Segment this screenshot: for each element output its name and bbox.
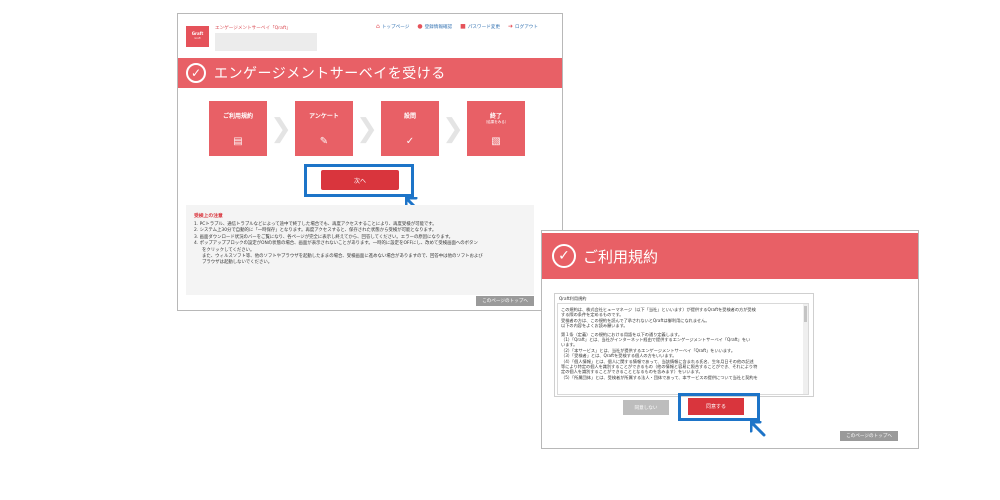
- chevron-right-icon: ❯: [270, 113, 292, 144]
- check-circle-icon: ✓: [552, 244, 576, 268]
- terms-panel: Qraft利用規約 この規約は、株式会社ヒューマネージ（以下「当社」といいます）…: [554, 293, 814, 397]
- precautions-box: 受検上の注意 1. PCトラブル、通信トラブルなどによって途中で終了した場合でも…: [186, 205, 534, 295]
- logout-icon: ➜: [507, 23, 514, 30]
- step-finish: 終了 （結果をみる） ▧: [467, 101, 525, 156]
- terms-line: （5）「所属団体」とは、受検者が所属する法人・団体であって、本サービスの提供につ…: [561, 374, 758, 380]
- terms-window: ✓ ご利用規約 Qraft利用規約 この規約は、株式会社ヒューマネージ（以下「当…: [541, 230, 919, 449]
- chevron-right-icon: ❯: [356, 113, 378, 144]
- nav-logout[interactable]: ➜ ログアウト: [507, 23, 538, 31]
- home-icon: ⌂: [376, 23, 380, 30]
- pencil-icon: ✎: [319, 136, 329, 147]
- highlight-frame: [304, 164, 414, 197]
- scroll-thumb[interactable]: [804, 306, 807, 322]
- pointer-arrow-icon: [750, 421, 766, 437]
- screenshot-stage: Graft Graft エンゲージメントサーベイ「Qraft」 ⌂ トップページ ●…: [0, 0, 1000, 500]
- checkmark-icon: ✓: [405, 136, 415, 147]
- progress-steps: ご利用規約 ▤ ❯ アンケート ✎ ❯ 設問 ✓ ❯ 終了 （結果をみる） ▧: [209, 101, 525, 156]
- step-questions: 設問 ✓: [381, 101, 439, 156]
- logo[interactable]: Graft Graft: [186, 26, 209, 47]
- nav-label: パスワード変更: [467, 25, 500, 30]
- step-terms: ご利用規約 ▤: [209, 101, 267, 156]
- page-title: エンゲージメントサーベイを受ける: [214, 66, 446, 82]
- nav-label: ログアウト: [515, 25, 538, 30]
- precautions-title: 受検上の注意: [194, 214, 223, 219]
- step-label: 終了: [489, 113, 502, 120]
- terms-scroll-area[interactable]: この規約は、株式会社ヒューマネージ（以下「当社」といいます）が提供するQraft…: [557, 303, 809, 395]
- terms-title-bar: ✓ ご利用規約: [542, 233, 918, 279]
- nav-label: 登録情報確認: [424, 25, 453, 30]
- terms-page-title: ご利用規約: [583, 247, 659, 266]
- terms-heading: Qraft利用規約: [559, 296, 587, 301]
- step-label: 設問: [403, 113, 416, 120]
- page-top-button[interactable]: このページのトップへ: [840, 431, 898, 441]
- terms-scrollbar[interactable]: [803, 304, 808, 394]
- person-icon: ●: [417, 23, 423, 30]
- page-title-bar: ✓ エンゲージメントサーベイを受ける: [178, 58, 562, 88]
- document-icon: ▤: [233, 136, 243, 147]
- nav-change-password[interactable]: ■ パスワード変更: [460, 23, 500, 31]
- lock-icon: ■: [460, 23, 466, 30]
- chevron-right-icon: ❯: [442, 113, 464, 144]
- step-label: アンケート: [309, 113, 339, 120]
- survey-start-window: Graft Graft エンゲージメントサーベイ「Qraft」 ⌂ トップページ ●…: [177, 13, 563, 311]
- page-top-button[interactable]: このページのトップへ: [476, 296, 534, 306]
- nav-registration-info[interactable]: ● 登録情報確認: [417, 23, 453, 31]
- report-icon: ▧: [491, 136, 501, 147]
- step-sublabel: （結果をみる）: [483, 120, 509, 124]
- nav-top-page[interactable]: ⌂ トップページ: [376, 23, 410, 31]
- step-questionnaire: アンケート ✎: [295, 101, 353, 156]
- precautions-list: 1. PCトラブル、通信トラブルなどによって途中で終了した場合でも、再度アクセス…: [194, 222, 530, 267]
- check-circle-icon: ✓: [186, 63, 206, 83]
- precaution-line: ブラウザは起動しないでください。: [202, 260, 273, 266]
- terms-line: 以下の内容をよくお読み願います。: [561, 323, 628, 329]
- step-label: ご利用規約: [222, 113, 253, 120]
- user-info-placeholder: [215, 33, 317, 51]
- nav-label: トップページ: [381, 25, 410, 30]
- highlight-frame: [678, 393, 760, 421]
- header-nav: ⌂ トップページ ● 登録情報確認 ■ パスワード変更 ➜ ログアウト: [376, 23, 538, 31]
- disagree-button[interactable]: 同意しない: [623, 400, 669, 415]
- site-header: Graft Graft エンゲージメントサーベイ「Qraft」 ⌂ トップページ ●…: [178, 14, 562, 56]
- logo-subtext: Graft: [194, 37, 201, 40]
- site-title: エンゲージメントサーベイ「Qraft」: [215, 26, 291, 31]
